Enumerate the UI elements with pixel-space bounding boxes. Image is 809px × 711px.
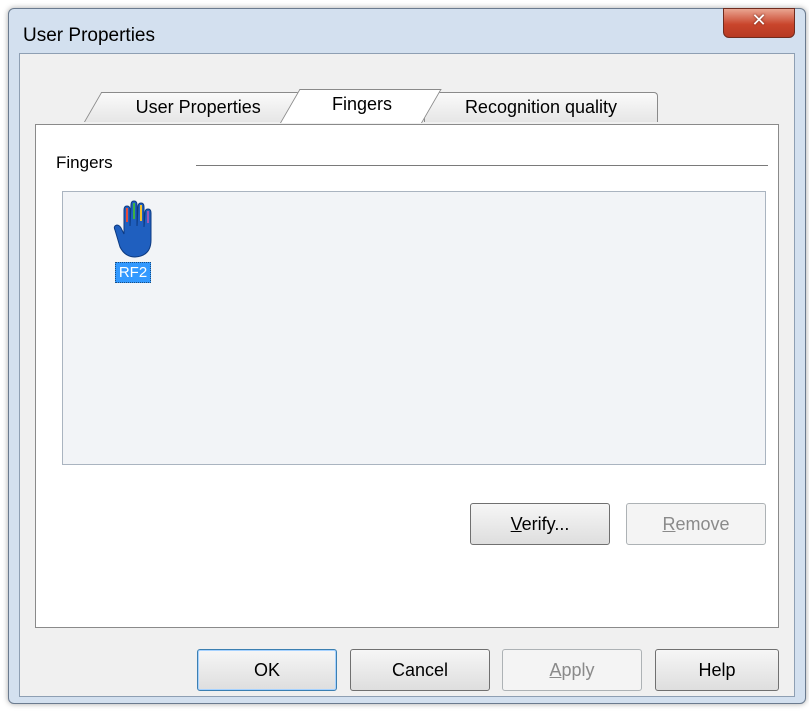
dialog-window: User Properties ✕ User Properties Finger… <box>8 8 806 704</box>
verify-mnemonic: V <box>510 514 522 534</box>
tab-user-properties-label: User Properties <box>136 97 262 117</box>
remove-mnemonic: R <box>662 514 676 534</box>
tab-recognition-quality-label: Recognition quality <box>464 97 618 117</box>
tab-fingers-label: Fingers <box>331 94 392 114</box>
finger-item-rf2[interactable]: RF2 <box>105 200 161 283</box>
apply-mnemonic: A <box>549 660 562 680</box>
tab-user-properties[interactable]: User Properties <box>84 92 314 122</box>
tab-recognition-quality[interactable]: Recognition quality <box>424 92 658 122</box>
verify-label: erify... <box>521 514 570 534</box>
close-button[interactable]: ✕ <box>723 8 795 38</box>
fingers-tab-panel: Fingers RF2 Verify... Remove <box>35 124 779 628</box>
dialog-client-area: User Properties Fingers Recognition qual… <box>19 53 795 697</box>
apply-button[interactable]: Apply <box>502 649 642 691</box>
finger-item-label: RF2 <box>114 262 152 283</box>
tab-strip: User Properties Fingers Recognition qual… <box>20 54 794 126</box>
remove-button[interactable]: Remove <box>626 503 766 545</box>
fingers-group-label: Fingers <box>56 153 113 172</box>
verify-button[interactable]: Verify... <box>470 503 610 545</box>
close-icon: ✕ <box>751 10 767 31</box>
ok-button[interactable]: OK <box>197 649 337 691</box>
hand-icon <box>113 200 152 258</box>
window-title: User Properties <box>23 25 155 46</box>
remove-label: emove <box>675 514 730 534</box>
cancel-button[interactable]: Cancel <box>350 649 490 691</box>
help-button[interactable]: Help <box>655 649 779 691</box>
fingers-list[interactable]: RF2 <box>62 191 766 465</box>
apply-label: pply <box>561 660 595 680</box>
group-divider <box>196 165 768 166</box>
tab-fingers[interactable]: Fingers <box>280 89 442 123</box>
